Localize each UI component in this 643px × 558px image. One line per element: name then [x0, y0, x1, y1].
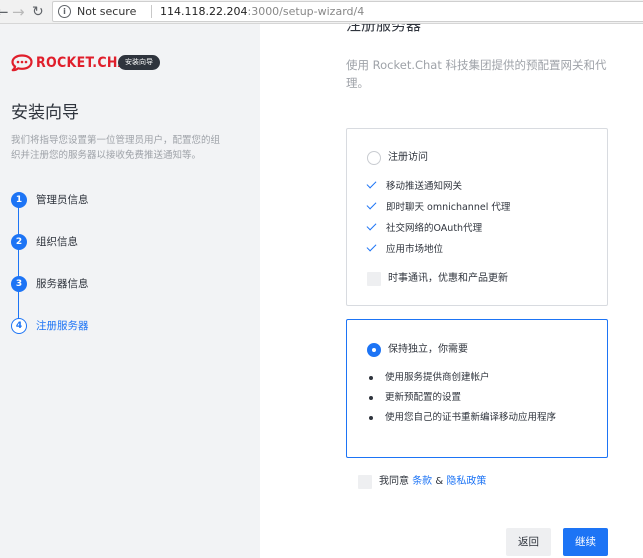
info-icon[interactable]: i — [58, 5, 71, 18]
feature-text: 移动推送通知网关 — [386, 181, 463, 192]
continue-button[interactable]: 继续 — [563, 528, 608, 556]
feature-text: 应用市场地位 — [386, 244, 444, 255]
feature-text: 即时聊天 omnichannel 代理 — [386, 202, 511, 213]
url-path: :3000/setup-wizard/4 — [247, 5, 365, 18]
bullet-icon — [369, 416, 373, 420]
requirement-text: 使用服务提供商创建帐户 — [385, 372, 490, 383]
option-title: 注册访问 — [388, 152, 428, 163]
wizard-sidebar: ROCKET.CHAT 安装向导 安装向导 我们将指导您设置第一位管理员用户，配… — [0, 24, 260, 558]
forward-arrow-icon[interactable]: → — [12, 2, 25, 22]
url-host: 114.118.22.204 — [160, 5, 248, 18]
newsletter-checkbox[interactable] — [367, 272, 381, 286]
step-intro-text: 使用 Rocket.Chat 科技集团提供的预配置网关和代理。 — [346, 58, 607, 90]
option-register-card[interactable]: 注册访问 移动推送通知网关 即时聊天 omnichannel 代理 社交网络的O… — [346, 128, 608, 306]
bullet-icon — [369, 376, 373, 380]
option-title: 保持独立，你需要 — [388, 344, 468, 355]
check-icon — [366, 220, 377, 231]
agree-ampersand: & — [435, 476, 444, 487]
reload-icon[interactable]: ↻ — [32, 2, 44, 22]
step-number: 1 — [11, 192, 27, 208]
url-divider — [151, 5, 152, 18]
feature-text: 社交网络的OAuth代理 — [386, 223, 483, 234]
terms-link[interactable]: 条款 — [412, 476, 432, 487]
rocketchat-logo-icon — [11, 54, 33, 72]
standalone-radio[interactable] — [367, 343, 381, 357]
browser-toolbar: ← → ↻ i Not secure 114.118.22.204:3000/s… — [0, 0, 643, 24]
step-label: 服务器信息 — [36, 278, 89, 290]
register-radio[interactable] — [367, 151, 381, 165]
privacy-policy-link[interactable]: 隐私政策 — [446, 476, 486, 487]
step-number: 3 — [11, 276, 27, 292]
agree-text: 我同意 条款 & 隐私政策 — [379, 475, 486, 489]
step-heading: 注册服务器 — [346, 24, 422, 34]
check-icon — [366, 199, 377, 210]
wizard-badge: 安装向导 — [118, 55, 160, 70]
wizard-main-panel: 注册服务器 使用 Rocket.Chat 科技集团提供的预配置网关和代理。 注册… — [260, 24, 643, 558]
steps-connector-line — [18, 196, 19, 326]
wizard-description: 我们将指导您设置第一位管理员用户，配置您的组织并注册您的服务器以接收免费推送通知… — [11, 135, 221, 161]
bullet-icon — [369, 396, 373, 400]
step-label: 组织信息 — [36, 236, 78, 248]
wizard-title: 安装向导 — [11, 103, 79, 123]
requirement-text: 使用您自己的证书重新编译移动应用程序 — [385, 412, 557, 423]
step-label: 管理员信息 — [36, 194, 89, 206]
check-icon — [366, 178, 377, 189]
check-icon — [366, 241, 377, 252]
requirement-text: 更新预配置的设置 — [385, 392, 462, 403]
step-label: 注册服务器 — [36, 320, 89, 332]
step-number: 2 — [11, 234, 27, 250]
address-bar[interactable]: i Not secure 114.118.22.204:3000/setup-w… — [52, 1, 643, 22]
step-number: 4 — [11, 318, 27, 334]
security-label: Not secure — [77, 5, 137, 18]
agree-prefix: 我同意 — [379, 476, 409, 487]
back-arrow-icon[interactable]: ← — [0, 2, 9, 22]
url-text: 114.118.22.204:3000/setup-wizard/4 — [160, 2, 364, 21]
newsletter-label: 时事通讯，优惠和产品更新 — [388, 273, 508, 284]
back-button[interactable]: 返回 — [506, 528, 551, 556]
option-standalone-card[interactable]: 保持独立，你需要 使用服务提供商创建帐户 更新预配置的设置 使用您自己的证书重新… — [346, 319, 608, 458]
agree-checkbox[interactable] — [358, 475, 372, 489]
